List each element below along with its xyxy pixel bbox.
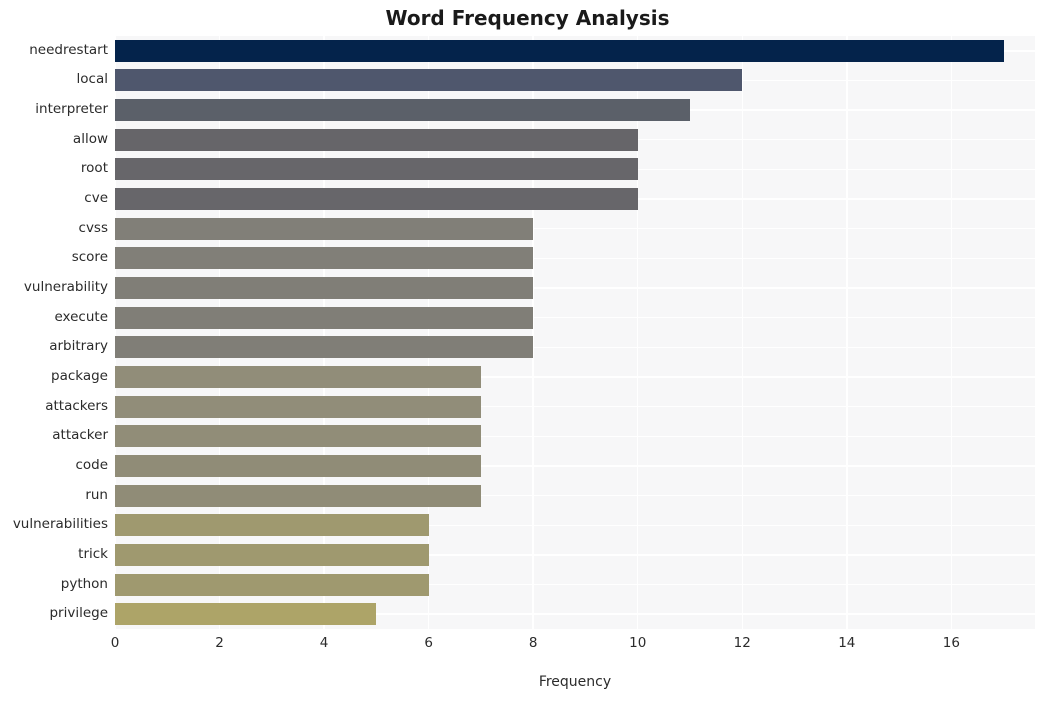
bar-needrestart — [115, 39, 1004, 62]
gridline-vertical-1 — [218, 36, 221, 629]
bar-score — [115, 247, 534, 270]
y-tick-label-attacker: attacker — [52, 427, 108, 444]
y-tick-label-vulnerabilities: vulnerabilities — [12, 516, 108, 533]
x-tick-label-8: 8 — [528, 635, 538, 651]
bar-fill — [115, 39, 1004, 62]
bar-run — [115, 484, 481, 507]
x-tick-label-12: 12 — [733, 635, 751, 651]
gridline-vertical-8 — [950, 36, 953, 629]
y-tick-label-score: score — [71, 249, 108, 266]
bar-fill — [115, 128, 638, 151]
x-tick-label-2: 2 — [215, 635, 224, 651]
bar-fill — [115, 99, 690, 122]
y-tick-label-run: run — [85, 486, 108, 503]
gridline-vertical-6 — [741, 36, 743, 629]
y-tick-label-code: code — [75, 456, 108, 473]
x-tick-label-4: 4 — [319, 635, 329, 651]
x-tick-label-6: 6 — [424, 635, 433, 651]
y-tick-label-root: root — [80, 160, 108, 177]
x-tick-label-16: 16 — [942, 635, 960, 651]
bar-fill — [115, 188, 638, 211]
bar-fill — [115, 454, 481, 477]
bar-fill — [115, 69, 743, 92]
y-tick-label-allow: allow — [72, 130, 108, 147]
x-tick-label-10: 10 — [629, 635, 647, 651]
bar-local — [115, 69, 743, 92]
bar-allow — [115, 128, 638, 151]
y-tick-label-vulnerability: vulnerability — [23, 279, 108, 296]
chart-figure: Word Frequency Analysis needrestart local… — [0, 0, 1055, 701]
y-tick-label-attackers: attackers — [45, 397, 108, 414]
y-tick-label-cve: cve — [84, 190, 108, 207]
y-tick-label-privilege: privilege — [49, 605, 108, 622]
bar-attacker — [115, 425, 481, 448]
bar-cvss — [115, 217, 534, 240]
y-tick-label-python: python — [60, 575, 108, 592]
bar-fill — [115, 543, 429, 566]
bar-package — [115, 365, 481, 388]
bar-root — [115, 158, 638, 181]
bar-fill — [115, 336, 534, 359]
bar-interpreter — [115, 99, 690, 122]
bar-fill — [115, 514, 429, 537]
bar-trick — [115, 543, 429, 566]
gridline-vertical-5 — [637, 36, 639, 629]
bar-arbitrary — [115, 336, 534, 359]
bar-fill — [115, 247, 534, 270]
gridline-vertical-2 — [323, 36, 325, 629]
bar-attackers — [115, 395, 481, 418]
bar-python — [115, 573, 429, 596]
bar-vulnerability — [115, 277, 534, 300]
bar-fill — [115, 217, 534, 240]
x-axis-ticklabels: 0 2 4 6 8 10 12 14 16 — [111, 629, 1035, 659]
gridline-vertical-0 — [114, 36, 116, 629]
bar-fill — [115, 158, 638, 181]
y-tick-label-package: package — [51, 367, 108, 384]
y-tick-label-execute: execute — [54, 308, 108, 325]
x-tick-label-14: 14 — [838, 635, 856, 651]
bar-execute — [115, 306, 534, 329]
gridline-vertical-3 — [427, 36, 430, 629]
chart-title: Word Frequency Analysis — [385, 6, 670, 30]
bar-fill — [115, 395, 481, 418]
bar-cve — [115, 188, 638, 211]
gridline-vertical-7 — [846, 36, 848, 629]
bar-fill — [115, 365, 481, 388]
y-tick-label-cvss: cvss — [78, 219, 108, 236]
bar-fill — [115, 603, 377, 626]
bar-vulnerabilities — [115, 514, 429, 537]
y-tick-label-trick: trick — [78, 545, 108, 562]
gridline-vertical-4 — [532, 36, 534, 629]
y-axis-ticklabels: needrestart local interpreter allow root cve c… — [0, 36, 108, 629]
bar-privilege — [115, 603, 377, 626]
bar-fill — [115, 573, 429, 596]
y-tick-label-local: local — [76, 71, 108, 88]
bar-fill — [115, 484, 481, 507]
y-tick-label-needrestart: needrestart — [29, 41, 108, 58]
bar-fill — [115, 277, 534, 300]
y-tick-label-interpreter: interpreter — [35, 101, 108, 118]
y-tick-label-arbitrary: arbitrary — [49, 338, 108, 355]
plot-area — [114, 36, 1035, 629]
bar-code — [115, 454, 481, 477]
x-axis-label: Frequency — [538, 674, 612, 690]
bar-fill — [115, 306, 534, 329]
bar-fill — [115, 425, 481, 448]
x-tick-label-0: 0 — [110, 635, 120, 651]
